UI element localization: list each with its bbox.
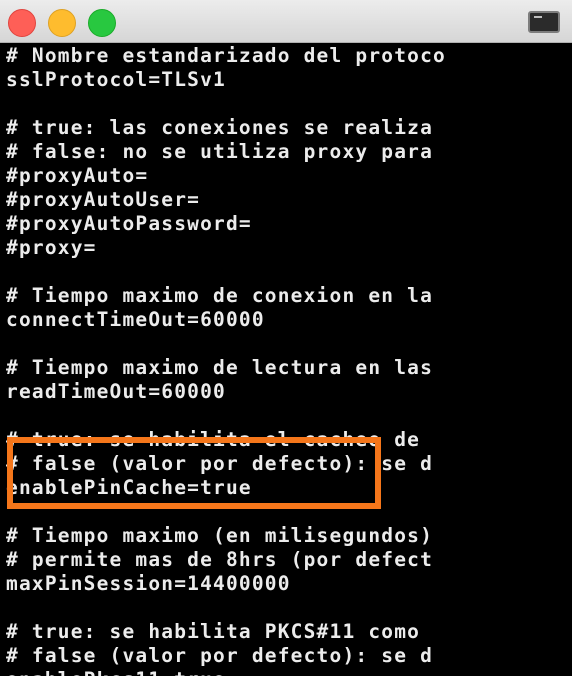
- terminal-line-highlighted: enablePinCache=true: [6, 476, 252, 499]
- terminal-line: #proxyAutoUser=: [6, 188, 201, 211]
- terminal-line: # true: se habilita PKCS#11 como: [6, 620, 434, 643]
- terminal-line: # false: no se utiliza proxy para: [6, 140, 434, 163]
- terminal-line: # Tiempo maximo de conexion en la: [6, 284, 434, 307]
- terminal-line: connectTimeOut=60000: [6, 308, 265, 331]
- maximize-button[interactable]: [88, 9, 116, 37]
- terminal-line: # permite mas de 8hrs (por defect: [6, 548, 434, 571]
- terminal-line: #proxyAutoPassword=: [6, 212, 252, 235]
- terminal-line: #proxyAuto=: [6, 164, 149, 187]
- terminal-line: maxPinSession=14400000: [6, 572, 291, 595]
- terminal-line: # Tiempo maximo de lectura en las: [6, 356, 434, 379]
- minimize-button[interactable]: [48, 9, 76, 37]
- close-button[interactable]: [8, 9, 36, 37]
- terminal-line: # Nombre estandarizado del protoco: [6, 44, 446, 67]
- title-bar: [0, 0, 572, 43]
- window-bottom-edge: [0, 676, 572, 686]
- terminal-icon: [528, 11, 560, 33]
- terminal-line: readTimeOut=60000: [6, 380, 226, 403]
- terminal-line: sslProtocol=TLSv1: [6, 68, 226, 91]
- terminal-line: #proxy=: [6, 236, 97, 259]
- terminal-line: # Tiempo maximo (en milisegundos): [6, 524, 434, 547]
- terminal-line: # true: las conexiones se realiza: [6, 116, 434, 139]
- terminal-output[interactable]: # Nombre estandarizado del protoco sslPr…: [6, 44, 572, 686]
- terminal-line: # false (valor por defecto): se d: [6, 452, 434, 475]
- terminal-line: # false (valor por defecto): se d: [6, 644, 434, 667]
- terminal-line: # true: se habilita el cacheo de: [6, 428, 434, 451]
- terminal-window: # Nombre estandarizado del protoco sslPr…: [0, 0, 572, 686]
